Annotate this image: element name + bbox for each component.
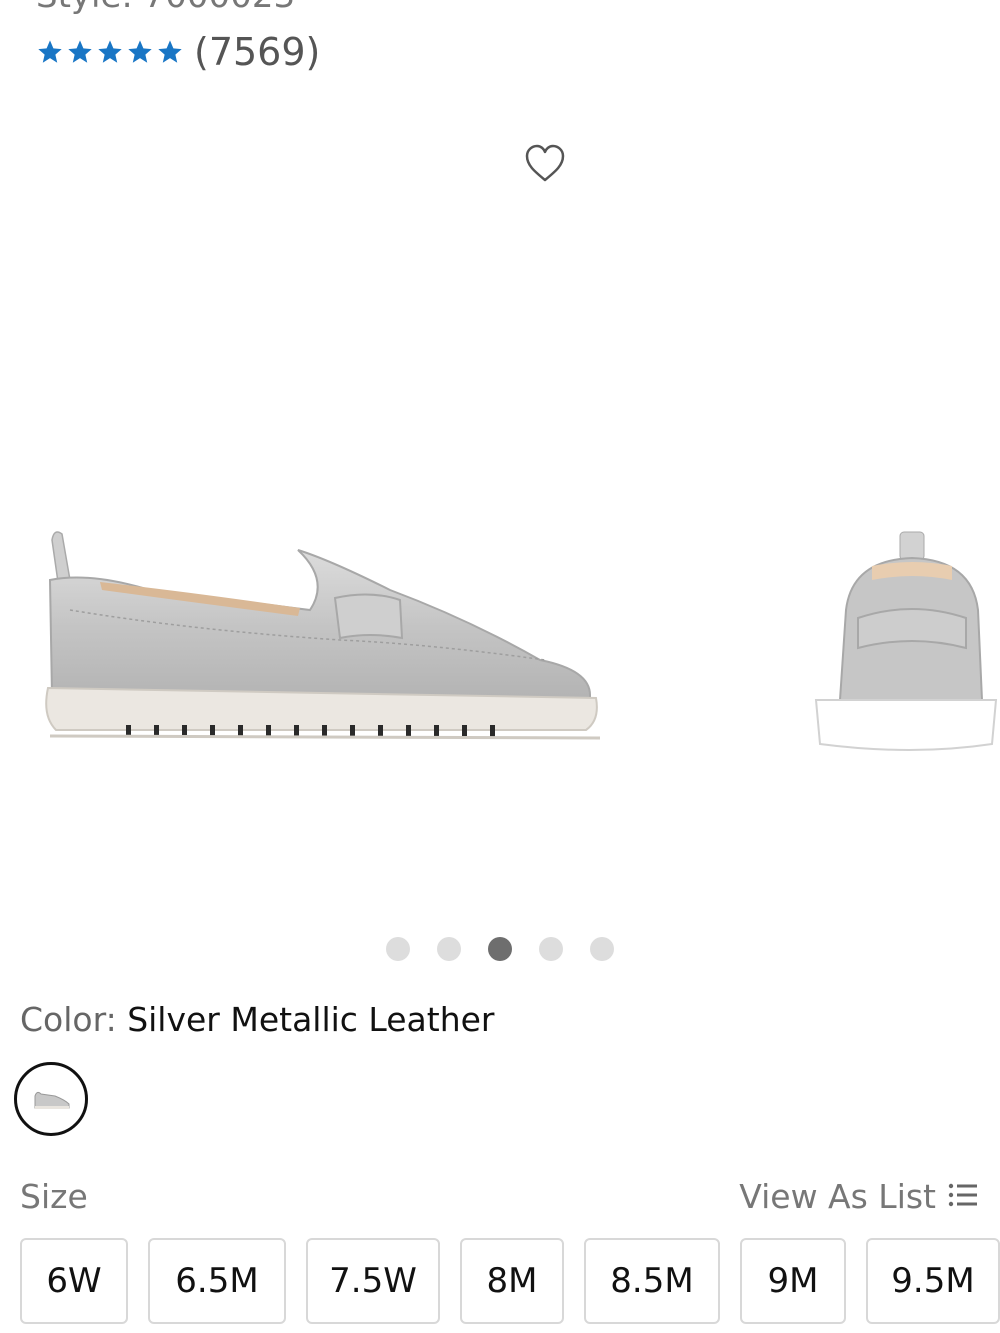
star-icon (66, 38, 94, 66)
list-icon (948, 1177, 978, 1216)
carousel-dot[interactable] (590, 937, 614, 961)
view-as-list-button[interactable]: View As List (739, 1177, 978, 1216)
carousel-dot[interactable] (386, 937, 410, 961)
size-option[interactable]: 8.5M (584, 1238, 720, 1324)
star-icon (126, 38, 154, 66)
star-rating (36, 38, 184, 66)
color-label: Color: (20, 1000, 128, 1039)
carousel-dot[interactable] (539, 937, 563, 961)
color-swatch-selected[interactable] (14, 1062, 88, 1136)
size-option[interactable]: 7.5W (306, 1238, 440, 1324)
size-option[interactable]: 6.5M (148, 1238, 286, 1324)
view-as-list-label: View As List (739, 1177, 936, 1216)
size-option[interactable]: 9.5M (866, 1238, 1000, 1324)
carousel-dot[interactable] (437, 937, 461, 961)
review-count[interactable]: (7569) (194, 30, 320, 74)
color-value: Silver Metallic Leather (127, 1000, 495, 1039)
heart-icon[interactable] (524, 144, 566, 184)
size-option[interactable]: 6W (20, 1238, 128, 1324)
size-option[interactable]: 8M (460, 1238, 564, 1324)
color-row: Color: Silver Metallic Leather (20, 1000, 495, 1039)
carousel-pagination (386, 937, 614, 961)
star-icon (36, 38, 64, 66)
size-options: 6W 6.5M 7.5W 8M 8.5M 9M 9.5M (20, 1238, 1000, 1324)
size-option[interactable]: 9M (740, 1238, 846, 1324)
product-image-side (45, 531, 601, 740)
style-number: Style: 7000023 (36, 0, 295, 16)
product-image-front (814, 531, 998, 751)
product-image-carousel[interactable] (0, 200, 1000, 900)
carousel-dot-active[interactable] (488, 937, 512, 961)
rating[interactable]: (7569) (36, 30, 320, 74)
star-icon (96, 38, 124, 66)
size-label: Size (20, 1177, 88, 1216)
star-icon (156, 38, 184, 66)
